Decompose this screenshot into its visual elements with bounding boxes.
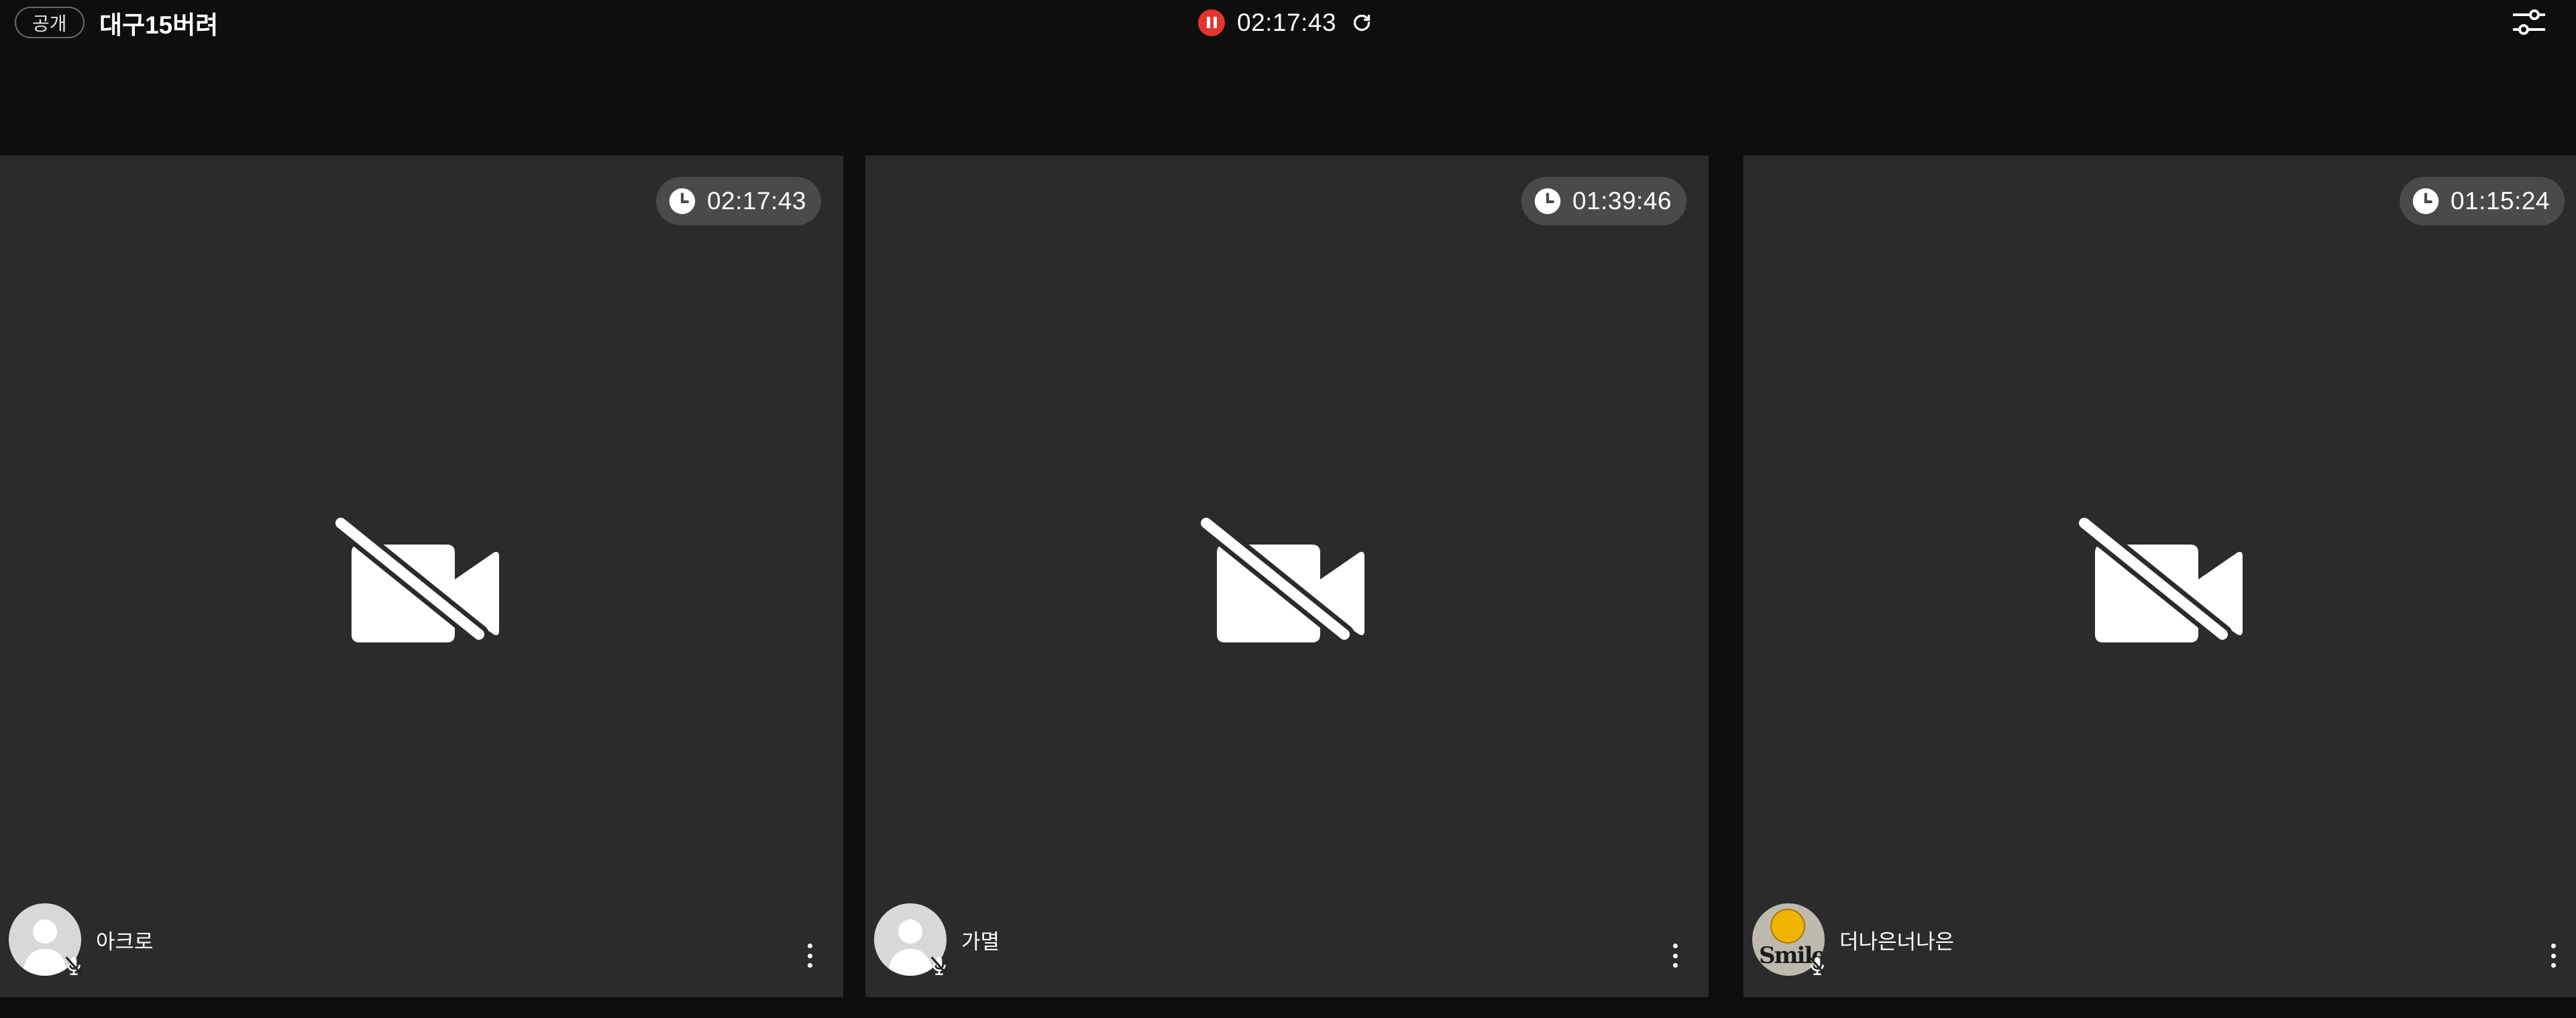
participant-tile[interactable]: 01:15:24 Smile 더나은너나은 bbox=[1743, 156, 2576, 997]
visibility-badge[interactable]: 공개 bbox=[15, 7, 85, 38]
clock-icon bbox=[668, 187, 696, 215]
session-status: 02:17:43 bbox=[1198, 7, 1375, 38]
timer-text: 02:17:43 bbox=[706, 187, 806, 215]
participant-tile[interactable]: 01:39:46 가멸 bbox=[865, 156, 1709, 997]
avatar[interactable]: Smile bbox=[1752, 903, 1826, 976]
participant-info: 아크로 bbox=[9, 903, 154, 976]
smiley-face-icon bbox=[1770, 909, 1805, 944]
more-options-button[interactable] bbox=[1667, 941, 1683, 970]
session-time: 02:17:43 bbox=[1237, 8, 1337, 36]
avatar[interactable] bbox=[874, 903, 948, 976]
participant-info: 가멸 bbox=[874, 903, 1000, 976]
refresh-icon[interactable] bbox=[1348, 9, 1375, 36]
participant-name: 더나은너나은 bbox=[1839, 929, 1955, 954]
avatar[interactable] bbox=[9, 903, 83, 976]
participation-timer: 02:17:43 bbox=[655, 177, 821, 225]
participant-tile[interactable]: 02:17:43 아크로 bbox=[0, 156, 843, 997]
settings-sliders-icon[interactable] bbox=[2510, 5, 2548, 39]
participant-info: Smile 더나은너나은 bbox=[1752, 903, 1954, 976]
participation-timer: 01:15:24 bbox=[2399, 177, 2565, 225]
mic-off-icon bbox=[65, 956, 83, 976]
top-bar: 공개 대구15버려 02:17:43 bbox=[0, 0, 2576, 46]
mic-off-icon bbox=[930, 956, 948, 976]
camera-off-icon bbox=[2074, 512, 2243, 644]
mic-off-icon bbox=[1809, 956, 1826, 976]
more-options-button[interactable] bbox=[802, 941, 818, 970]
clock-icon bbox=[2412, 187, 2440, 215]
participation-timer: 01:39:46 bbox=[1521, 177, 1686, 225]
timer-text: 01:39:46 bbox=[1572, 187, 1672, 215]
room-title: 대구15버려 bbox=[99, 11, 219, 39]
clock-icon bbox=[1534, 187, 1562, 215]
timer-text: 01:15:24 bbox=[2450, 187, 2550, 215]
participant-name: 가멸 bbox=[961, 929, 1000, 954]
more-options-button[interactable] bbox=[2545, 941, 2561, 970]
camera-off-icon bbox=[331, 512, 499, 644]
participant-name: 아크로 bbox=[96, 929, 154, 954]
pause-icon bbox=[1206, 17, 1210, 28]
camera-off-icon bbox=[1196, 512, 1364, 644]
pause-button[interactable] bbox=[1198, 9, 1225, 36]
